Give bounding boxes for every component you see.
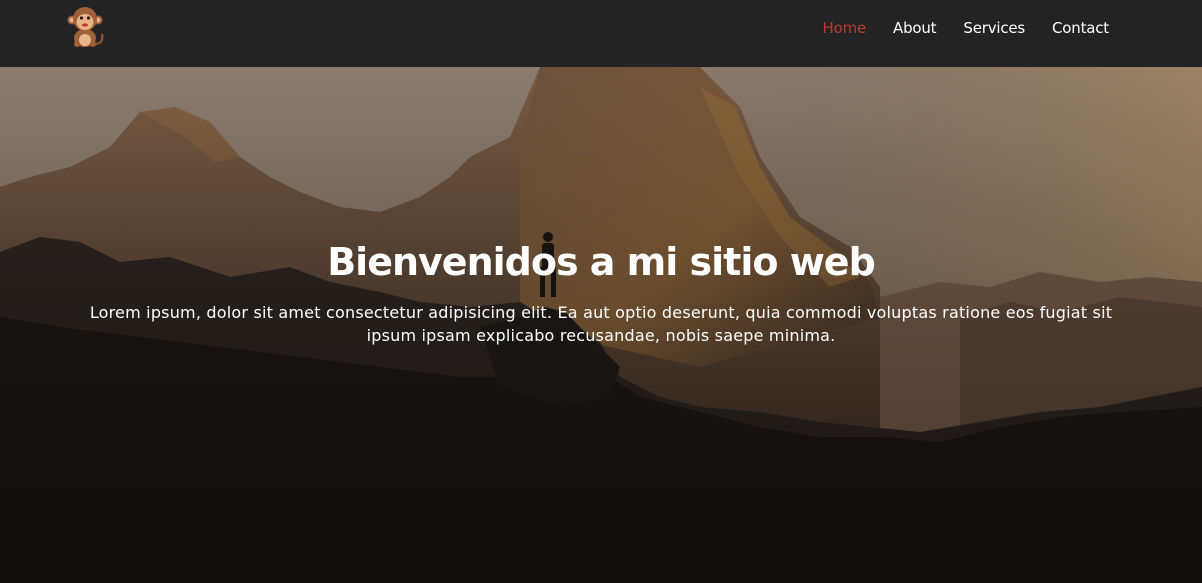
hero-description: Lorem ipsum, dolor sit amet consectetur … bbox=[89, 303, 1113, 345]
nav-link-services[interactable]: Services bbox=[963, 19, 1025, 37]
nav-link-contact[interactable]: Contact bbox=[1052, 19, 1109, 37]
nav-link-about[interactable]: About bbox=[893, 19, 937, 37]
monkey-logo-icon[interactable] bbox=[64, 4, 106, 48]
nav-menu: Home About Services Contact bbox=[823, 0, 1110, 56]
hero-title: Bienvenidos a mi sitio web bbox=[327, 240, 876, 284]
navbar: Home About Services Contact bbox=[0, 0, 1202, 67]
hero-section: Bienvenidos a mi sitio web Lorem ipsum, … bbox=[0, 67, 1202, 583]
nav-link-home[interactable]: Home bbox=[823, 19, 867, 37]
hero-content: Bienvenidos a mi sitio web Lorem ipsum, … bbox=[0, 237, 1202, 347]
